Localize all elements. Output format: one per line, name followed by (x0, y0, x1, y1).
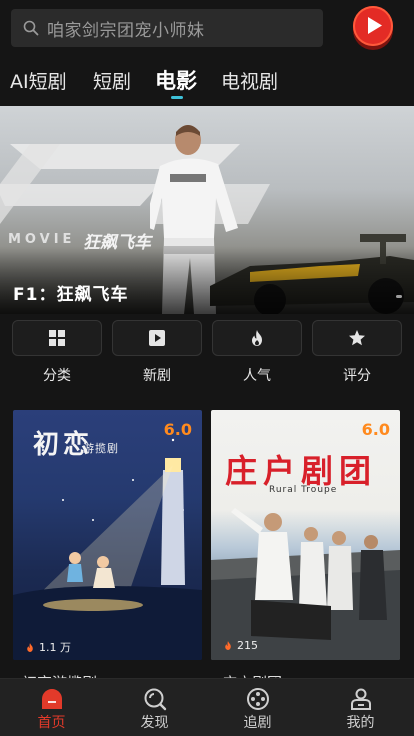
quick-nav-new-label: 新剧 (143, 368, 171, 384)
search-bar[interactable]: 咱家剑宗团宠小师妹 (11, 9, 323, 47)
star-icon (349, 330, 365, 346)
rating-score: 6.0 (361, 420, 390, 439)
banner-movie-word: MOVIE (8, 232, 76, 247)
carousel-indicator (396, 295, 402, 298)
follow-icon (247, 688, 269, 710)
nav-home[interactable]: 首页 (0, 679, 103, 736)
quick-nav-new-button[interactable] (112, 320, 202, 356)
search-placeholder: 咱家剑宗团宠小师妹 (47, 20, 205, 41)
tab-ai-short-drama[interactable]: AI短剧 (10, 67, 67, 94)
quick-nav-rating-label: 评分 (343, 368, 371, 384)
grid-icon (49, 330, 65, 346)
banner-title: F1：狂飙飞车 (13, 285, 129, 305)
movie-card[interactable]: 初恋 游揽剧 6.0 1.1 万 (13, 410, 202, 660)
poster-subtitle: Rural Troupe (269, 485, 338, 495)
view-count-value: 215 (237, 639, 258, 652)
movie-card[interactable]: 庄户剧团 Rural Troupe 6.0 215 (211, 410, 400, 660)
flame-icon (252, 330, 262, 346)
active-tab-indicator (171, 96, 183, 99)
view-count: 1.1 万 (25, 639, 71, 655)
category-tabs: AI短剧 短剧 电影 电视剧 (0, 62, 414, 102)
featured-banner[interactable]: MOVIE 狂飙飞车 F1：狂飙飞车 (0, 106, 414, 314)
nav-discover-label: 发现 (140, 715, 169, 731)
top-bar: 咱家剑宗团宠小师妹 (0, 0, 414, 56)
nav-follow[interactable]: 追剧 (206, 679, 309, 736)
nav-discover[interactable]: 发现 (103, 679, 206, 736)
flame-icon (225, 641, 231, 650)
view-count-value: 1.1 万 (39, 641, 71, 654)
quick-nav: 分类 新剧 人气 评分 (0, 320, 414, 388)
tab-movie[interactable]: 电影 (155, 65, 197, 95)
profile-icon (351, 688, 371, 710)
quick-nav-category-label: 分类 (43, 368, 71, 384)
tab-tv-series[interactable]: 电视剧 (221, 67, 278, 94)
tab-short-drama[interactable]: 短剧 (93, 67, 131, 94)
home-icon (42, 689, 62, 709)
quick-nav-popular-button[interactable] (212, 320, 302, 356)
rating-score: 6.0 (163, 420, 192, 439)
movie-card-grid: 初恋 游揽剧 6.0 1.1 万 初恋游揽剧 (0, 410, 414, 692)
nav-profile-label: 我的 (346, 715, 375, 731)
flame-icon (27, 642, 33, 652)
quick-nav-category-button[interactable] (12, 320, 102, 356)
nav-profile[interactable]: 我的 (309, 679, 412, 736)
nav-home-label: 首页 (37, 715, 66, 731)
view-count: 215 (223, 639, 258, 652)
bottom-nav: 首页 发现 追剧 我的 (0, 678, 414, 736)
search-icon (23, 20, 39, 36)
discover-icon (144, 688, 167, 711)
app-screen: 咱家剑宗团宠小师妹 AI短剧 短剧 电影 电视剧 MOVIE 狂飙飞车 F1：狂… (0, 0, 414, 736)
app-logo-play-icon[interactable] (353, 6, 393, 46)
quick-nav-popular-label: 人气 (243, 368, 271, 384)
nav-follow-label: 追剧 (243, 715, 272, 731)
quick-nav-rating-button[interactable] (312, 320, 402, 356)
poster-subtitle: 游揽剧 (83, 442, 119, 455)
play-square-icon (149, 330, 165, 346)
